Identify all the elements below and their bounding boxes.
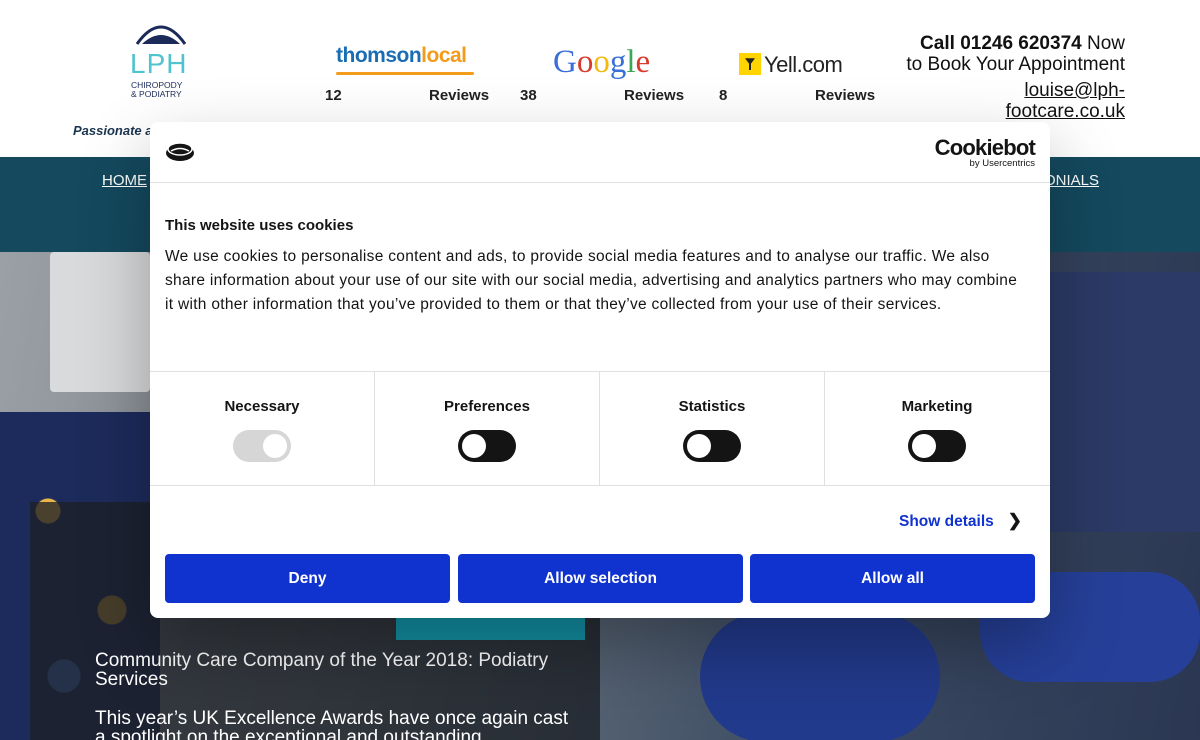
consent-categories: Necessary Preferences Statistics Marketi… (150, 371, 1050, 486)
deny-button[interactable]: Deny (165, 554, 450, 603)
dialog-header: Cookiebot by Usercentrics (150, 122, 1050, 183)
cookie-icon (166, 142, 194, 161)
show-details-link[interactable]: Show details ❯ (899, 511, 1022, 531)
category-marketing: Marketing (825, 372, 1049, 485)
cookie-consent-dialog: Cookiebot by Usercentrics This website u… (150, 122, 1050, 618)
allow-selection-button[interactable]: Allow selection (458, 554, 743, 603)
statistics-toggle[interactable] (683, 430, 741, 462)
preferences-toggle[interactable] (458, 430, 516, 462)
category-preferences: Preferences (375, 372, 600, 485)
category-necessary: Necessary (150, 372, 375, 485)
dialog-title: This website uses cookies (165, 217, 354, 234)
marketing-toggle[interactable] (908, 430, 966, 462)
dialog-description: We use cookies to personalise content an… (165, 248, 1018, 313)
cookiebot-logo[interactable]: Cookiebot by Usercentrics (935, 137, 1036, 169)
chevron-right-icon: ❯ (1007, 511, 1022, 530)
category-statistics: Statistics (600, 372, 825, 485)
allow-all-button[interactable]: Allow all (750, 554, 1035, 603)
necessary-toggle (233, 430, 291, 462)
